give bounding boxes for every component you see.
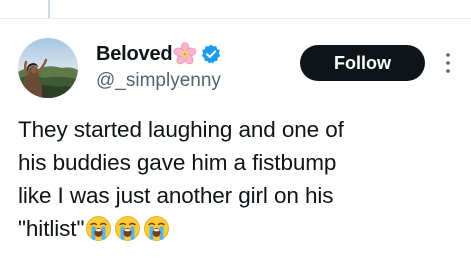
thread-connector-line — [48, 0, 50, 18]
cherry-blossom-icon — [173, 42, 197, 66]
author-name-row[interactable]: Beloved — [96, 41, 222, 67]
emoji-group — [85, 215, 172, 242]
author-handle[interactable]: @_simplyenny — [96, 70, 221, 92]
divider — [0, 18, 471, 19]
tweet-text-fragment: "hitlist" — [18, 216, 85, 241]
tweet-text: They started laughing and one of his bud… — [18, 113, 458, 245]
follow-button[interactable]: Follow — [300, 45, 425, 81]
loudly-crying-face-icon — [143, 215, 170, 242]
avatar[interactable] — [18, 38, 78, 98]
display-name[interactable]: Beloved — [96, 43, 173, 66]
tweet-card: Beloved @_simplyenny Follow They started… — [0, 0, 471, 264]
verified-badge-icon[interactable] — [200, 43, 222, 65]
tweet-text-line: his buddies gave him a fistbump — [18, 150, 337, 175]
loudly-crying-face-icon — [85, 215, 112, 242]
loudly-crying-face-icon — [114, 215, 141, 242]
more-options-icon[interactable] — [443, 50, 453, 76]
tweet-text-line: They started laughing and one of — [18, 117, 344, 142]
tweet-text-line-last: "hitlist" — [18, 212, 458, 245]
tweet-text-line: like I was just another girl on his — [18, 183, 334, 208]
avatar-photo-icon — [18, 38, 78, 98]
